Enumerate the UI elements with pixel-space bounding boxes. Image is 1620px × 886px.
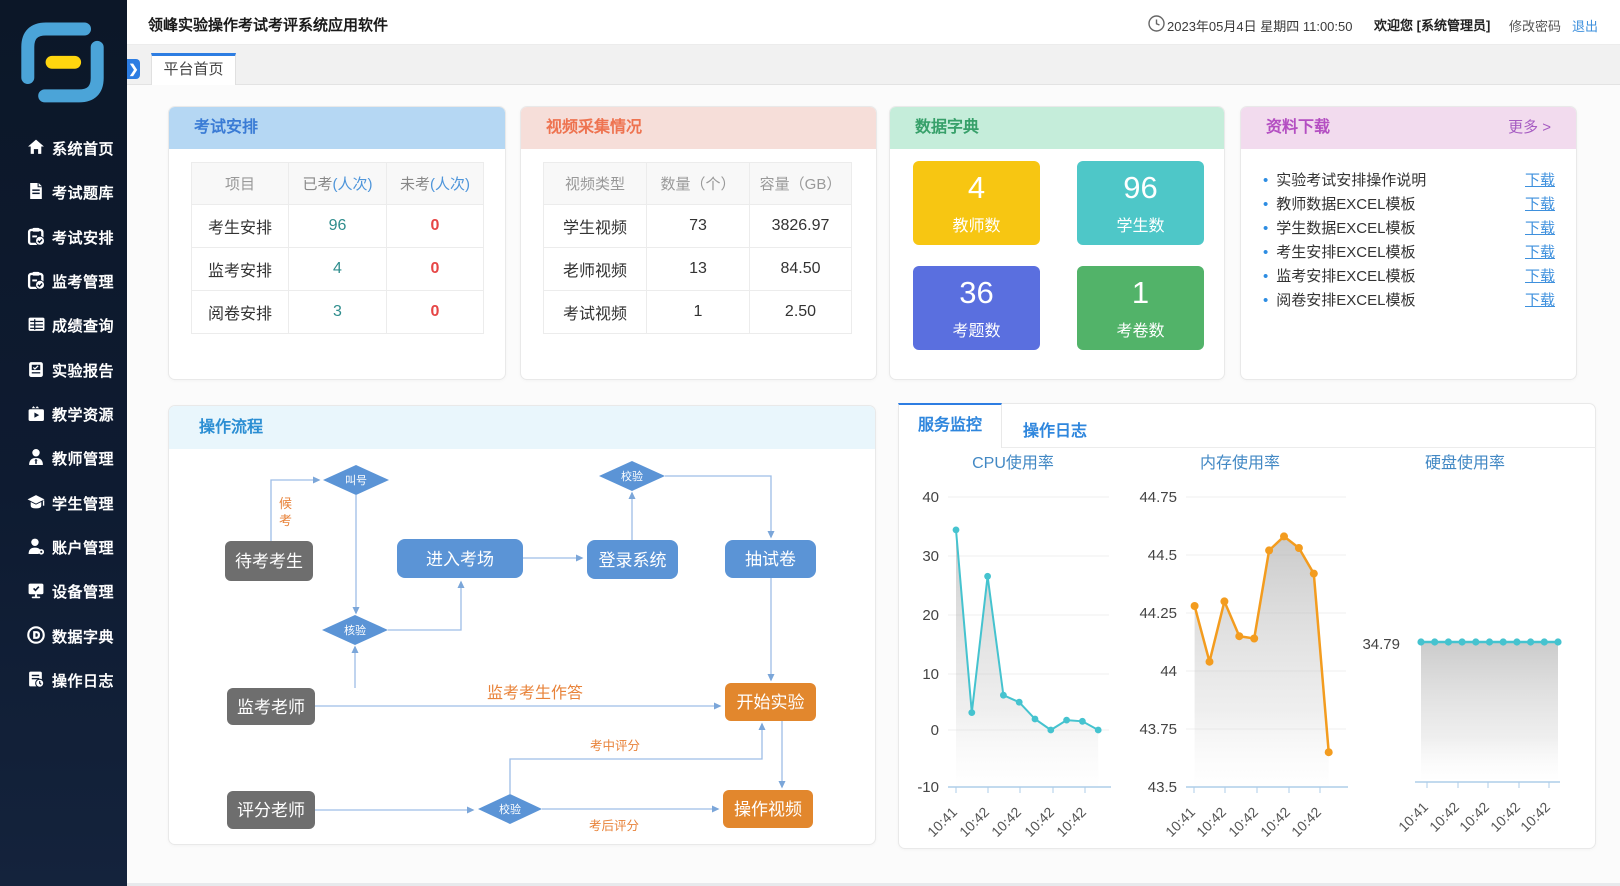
svg-text:10: 10 — [922, 666, 939, 683]
svg-text:硬盘使用率: 硬盘使用率 — [1425, 453, 1505, 472]
svg-text:-10: -10 — [917, 779, 939, 796]
svg-text:进入考场: 进入考场 — [426, 550, 494, 569]
svg-text:10:42: 10:42 — [1225, 804, 1261, 840]
svg-text:抽试卷: 抽试卷 — [745, 550, 796, 569]
svg-text:34.79: 34.79 — [1362, 636, 1400, 653]
svg-text:10:42: 10:42 — [1021, 804, 1057, 840]
svg-text:10:42: 10:42 — [1426, 799, 1462, 835]
svg-text:10:42: 10:42 — [1517, 799, 1553, 835]
svg-text:校验: 校验 — [621, 469, 643, 483]
svg-text:40: 40 — [922, 489, 939, 506]
svg-text:考后评分: 考后评分 — [589, 819, 639, 833]
svg-text:内存使用率: 内存使用率 — [1200, 454, 1280, 472]
svg-text:43.5: 43.5 — [1148, 779, 1177, 796]
svg-text:开始实验: 开始实验 — [737, 693, 805, 712]
svg-text:43.75: 43.75 — [1139, 721, 1177, 738]
svg-text:10:42: 10:42 — [1257, 804, 1293, 840]
svg-text:评分老师: 评分老师 — [237, 801, 305, 820]
svg-text:10:42: 10:42 — [988, 804, 1024, 840]
svg-text:叫号: 叫号 — [345, 474, 367, 487]
svg-text:10:42: 10:42 — [1487, 799, 1523, 835]
svg-text:核验: 核验 — [344, 623, 366, 637]
svg-text:10:41: 10:41 — [924, 804, 960, 840]
svg-text:44.5: 44.5 — [1148, 547, 1177, 564]
svg-text:10:42: 10:42 — [1456, 799, 1492, 835]
svg-text:考中评分: 考中评分 — [590, 738, 640, 753]
svg-text:30: 30 — [922, 548, 939, 565]
svg-text:候: 候 — [279, 496, 292, 511]
svg-text:44.25: 44.25 — [1139, 605, 1177, 622]
svg-text:44: 44 — [1160, 663, 1177, 680]
svg-text:10:42: 10:42 — [1288, 804, 1324, 840]
svg-text:20: 20 — [922, 607, 939, 624]
svg-text:10:41: 10:41 — [1395, 799, 1431, 835]
svg-text:CPU使用率: CPU使用率 — [972, 454, 1054, 472]
svg-text:考: 考 — [279, 513, 292, 528]
svg-text:监考老师: 监考老师 — [237, 698, 305, 717]
svg-text:操作视频: 操作视频 — [734, 800, 802, 819]
svg-text:0: 0 — [931, 722, 939, 739]
svg-text:待考考生: 待考考生 — [235, 552, 303, 571]
svg-text:10:42: 10:42 — [956, 804, 992, 840]
svg-text:校验: 校验 — [499, 802, 521, 816]
svg-text:10:42: 10:42 — [1053, 804, 1089, 840]
svg-text:监考考生作答: 监考考生作答 — [487, 684, 583, 702]
svg-text:10:42: 10:42 — [1193, 804, 1229, 840]
svg-text:10:41: 10:41 — [1162, 804, 1198, 840]
svg-text:44.75: 44.75 — [1139, 489, 1177, 506]
svg-text:登录系统: 登录系统 — [599, 551, 667, 570]
